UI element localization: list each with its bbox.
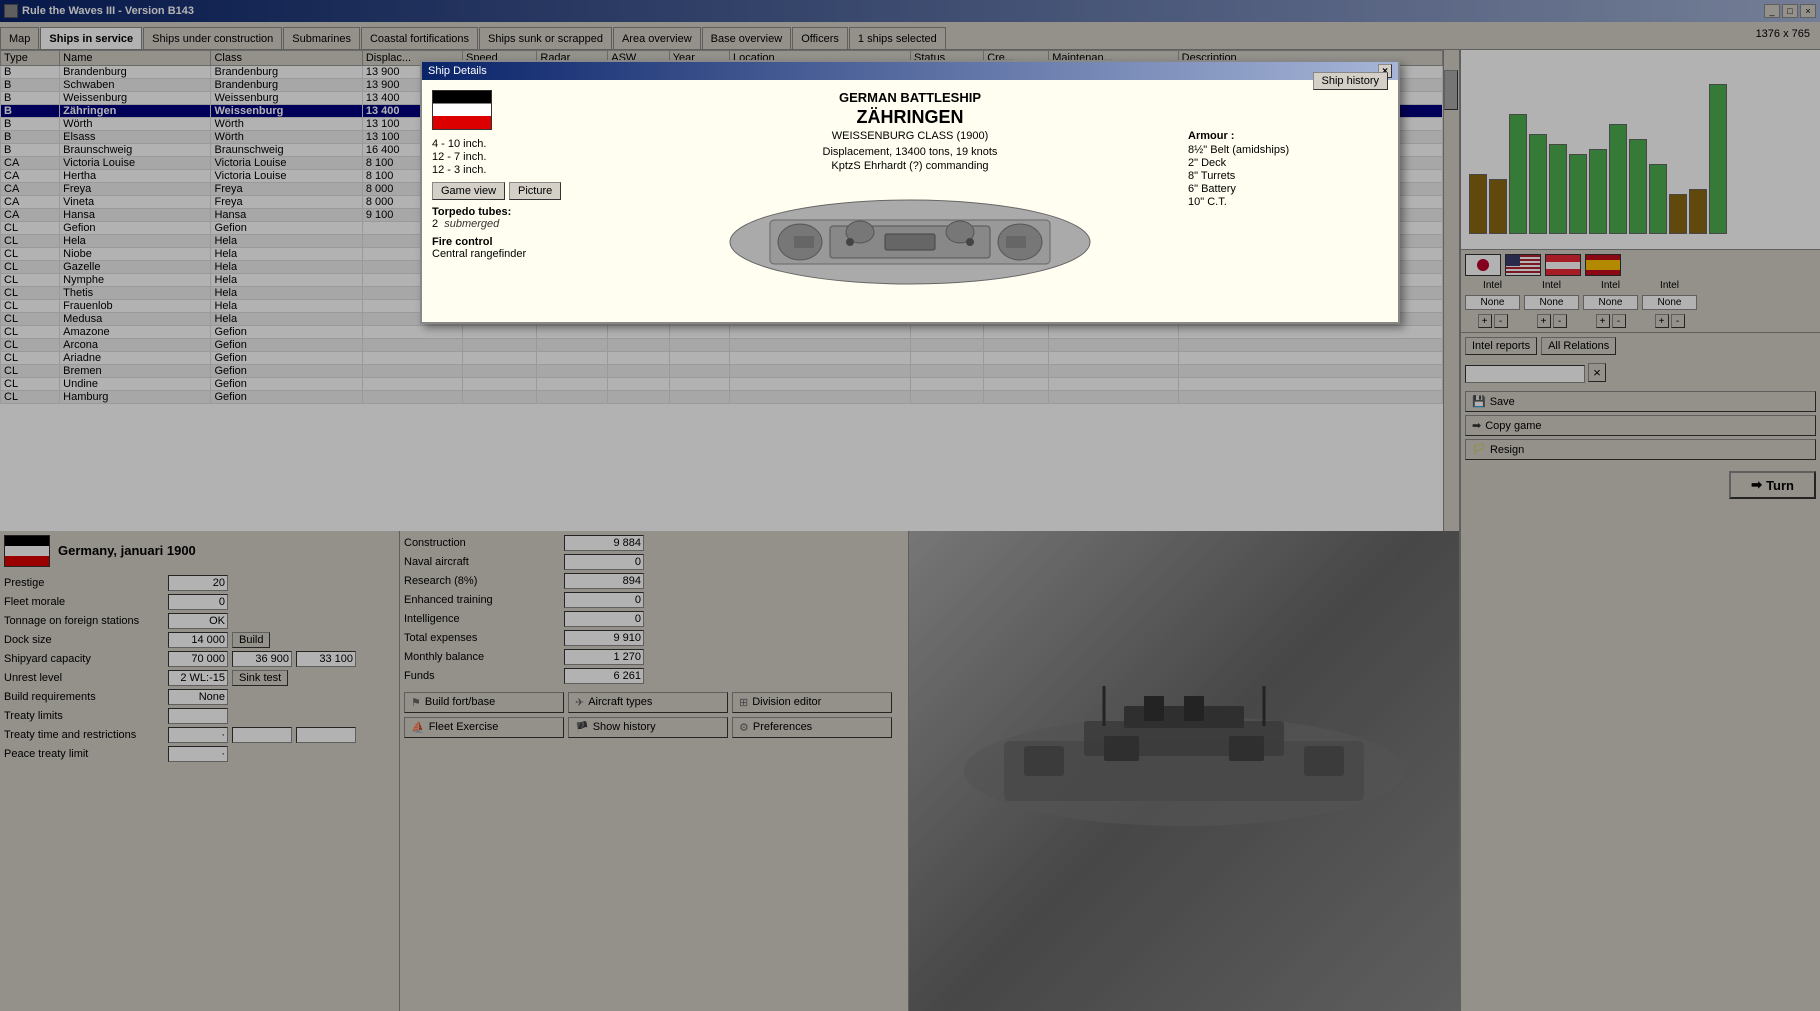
modal-displacement-text: Displacement, 13400 tons, 19 knots — [642, 146, 1178, 158]
view-buttons: Game view Picture — [432, 182, 632, 200]
gun-item-1: 4 - 10 inch. — [432, 138, 632, 150]
modal-title-text: Ship Details — [428, 65, 487, 77]
ship-flag — [432, 90, 492, 130]
ship-history-btn[interactable]: Ship history — [1313, 72, 1388, 90]
modal-content: 4 - 10 inch. 12 - 7 inch. 12 - 3 inch. G… — [422, 80, 1398, 322]
ship-topview-svg — [710, 182, 1110, 302]
modal-left: 4 - 10 inch. 12 - 7 inch. 12 - 3 inch. G… — [432, 90, 632, 312]
modal-ship-class: WEISSENBURG CLASS (1900) — [642, 130, 1178, 142]
armour-battery: 6" Battery — [1188, 183, 1388, 195]
game-view-btn[interactable]: Game view — [432, 182, 505, 200]
guns-list: 4 - 10 inch. 12 - 7 inch. 12 - 3 inch. — [432, 138, 632, 176]
modal-commander: KptzS Ehrhardt (?) commanding — [642, 160, 1178, 172]
modal-ship-name: ZÄHRINGEN — [642, 107, 1178, 128]
torpedo-count: 2 — [432, 218, 438, 230]
fire-control-section: Fire control Central rangefinder — [432, 236, 632, 260]
torpedo-title: Torpedo tubes: — [432, 206, 632, 218]
modal-right: Ship history Armour : 8½" Belt (amidship… — [1188, 90, 1388, 312]
torpedo-type: submerged — [444, 218, 499, 230]
armour-belt: 8½" Belt (amidships) — [1188, 144, 1388, 156]
armour-ct: 10" C.T. — [1188, 196, 1388, 208]
ship-detail-modal: Ship Details × 4 - 10 inch. 12 - 7 inch.… — [420, 60, 1400, 324]
armour-deck: 2" Deck — [1188, 157, 1388, 169]
fire-control-label: Fire control — [432, 236, 632, 248]
picture-btn[interactable]: Picture — [509, 182, 561, 200]
armour-section: Armour : 8½" Belt (amidships) 2" Deck 8"… — [1188, 130, 1388, 208]
modal-center: GERMAN BATTLESHIP ZÄHRINGEN WEISSENBURG … — [642, 90, 1178, 312]
torpedo-section: Torpedo tubes: 2 submerged — [432, 206, 632, 230]
modal-overlay: Ship Details × 4 - 10 inch. 12 - 7 inch.… — [0, 0, 1820, 1011]
gun-item-3: 12 - 3 inch. — [432, 164, 632, 176]
modal-ship-title: GERMAN BATTLESHIP — [642, 90, 1178, 105]
torpedo-count-type: 2 submerged — [432, 218, 632, 230]
gun-item-2: 12 - 7 inch. — [432, 151, 632, 163]
armour-title: Armour : — [1188, 130, 1388, 142]
fire-control-value: Central rangefinder — [432, 248, 632, 260]
armour-turrets: 8" Turrets — [1188, 170, 1388, 182]
modal-title-bar: Ship Details × — [422, 62, 1398, 80]
